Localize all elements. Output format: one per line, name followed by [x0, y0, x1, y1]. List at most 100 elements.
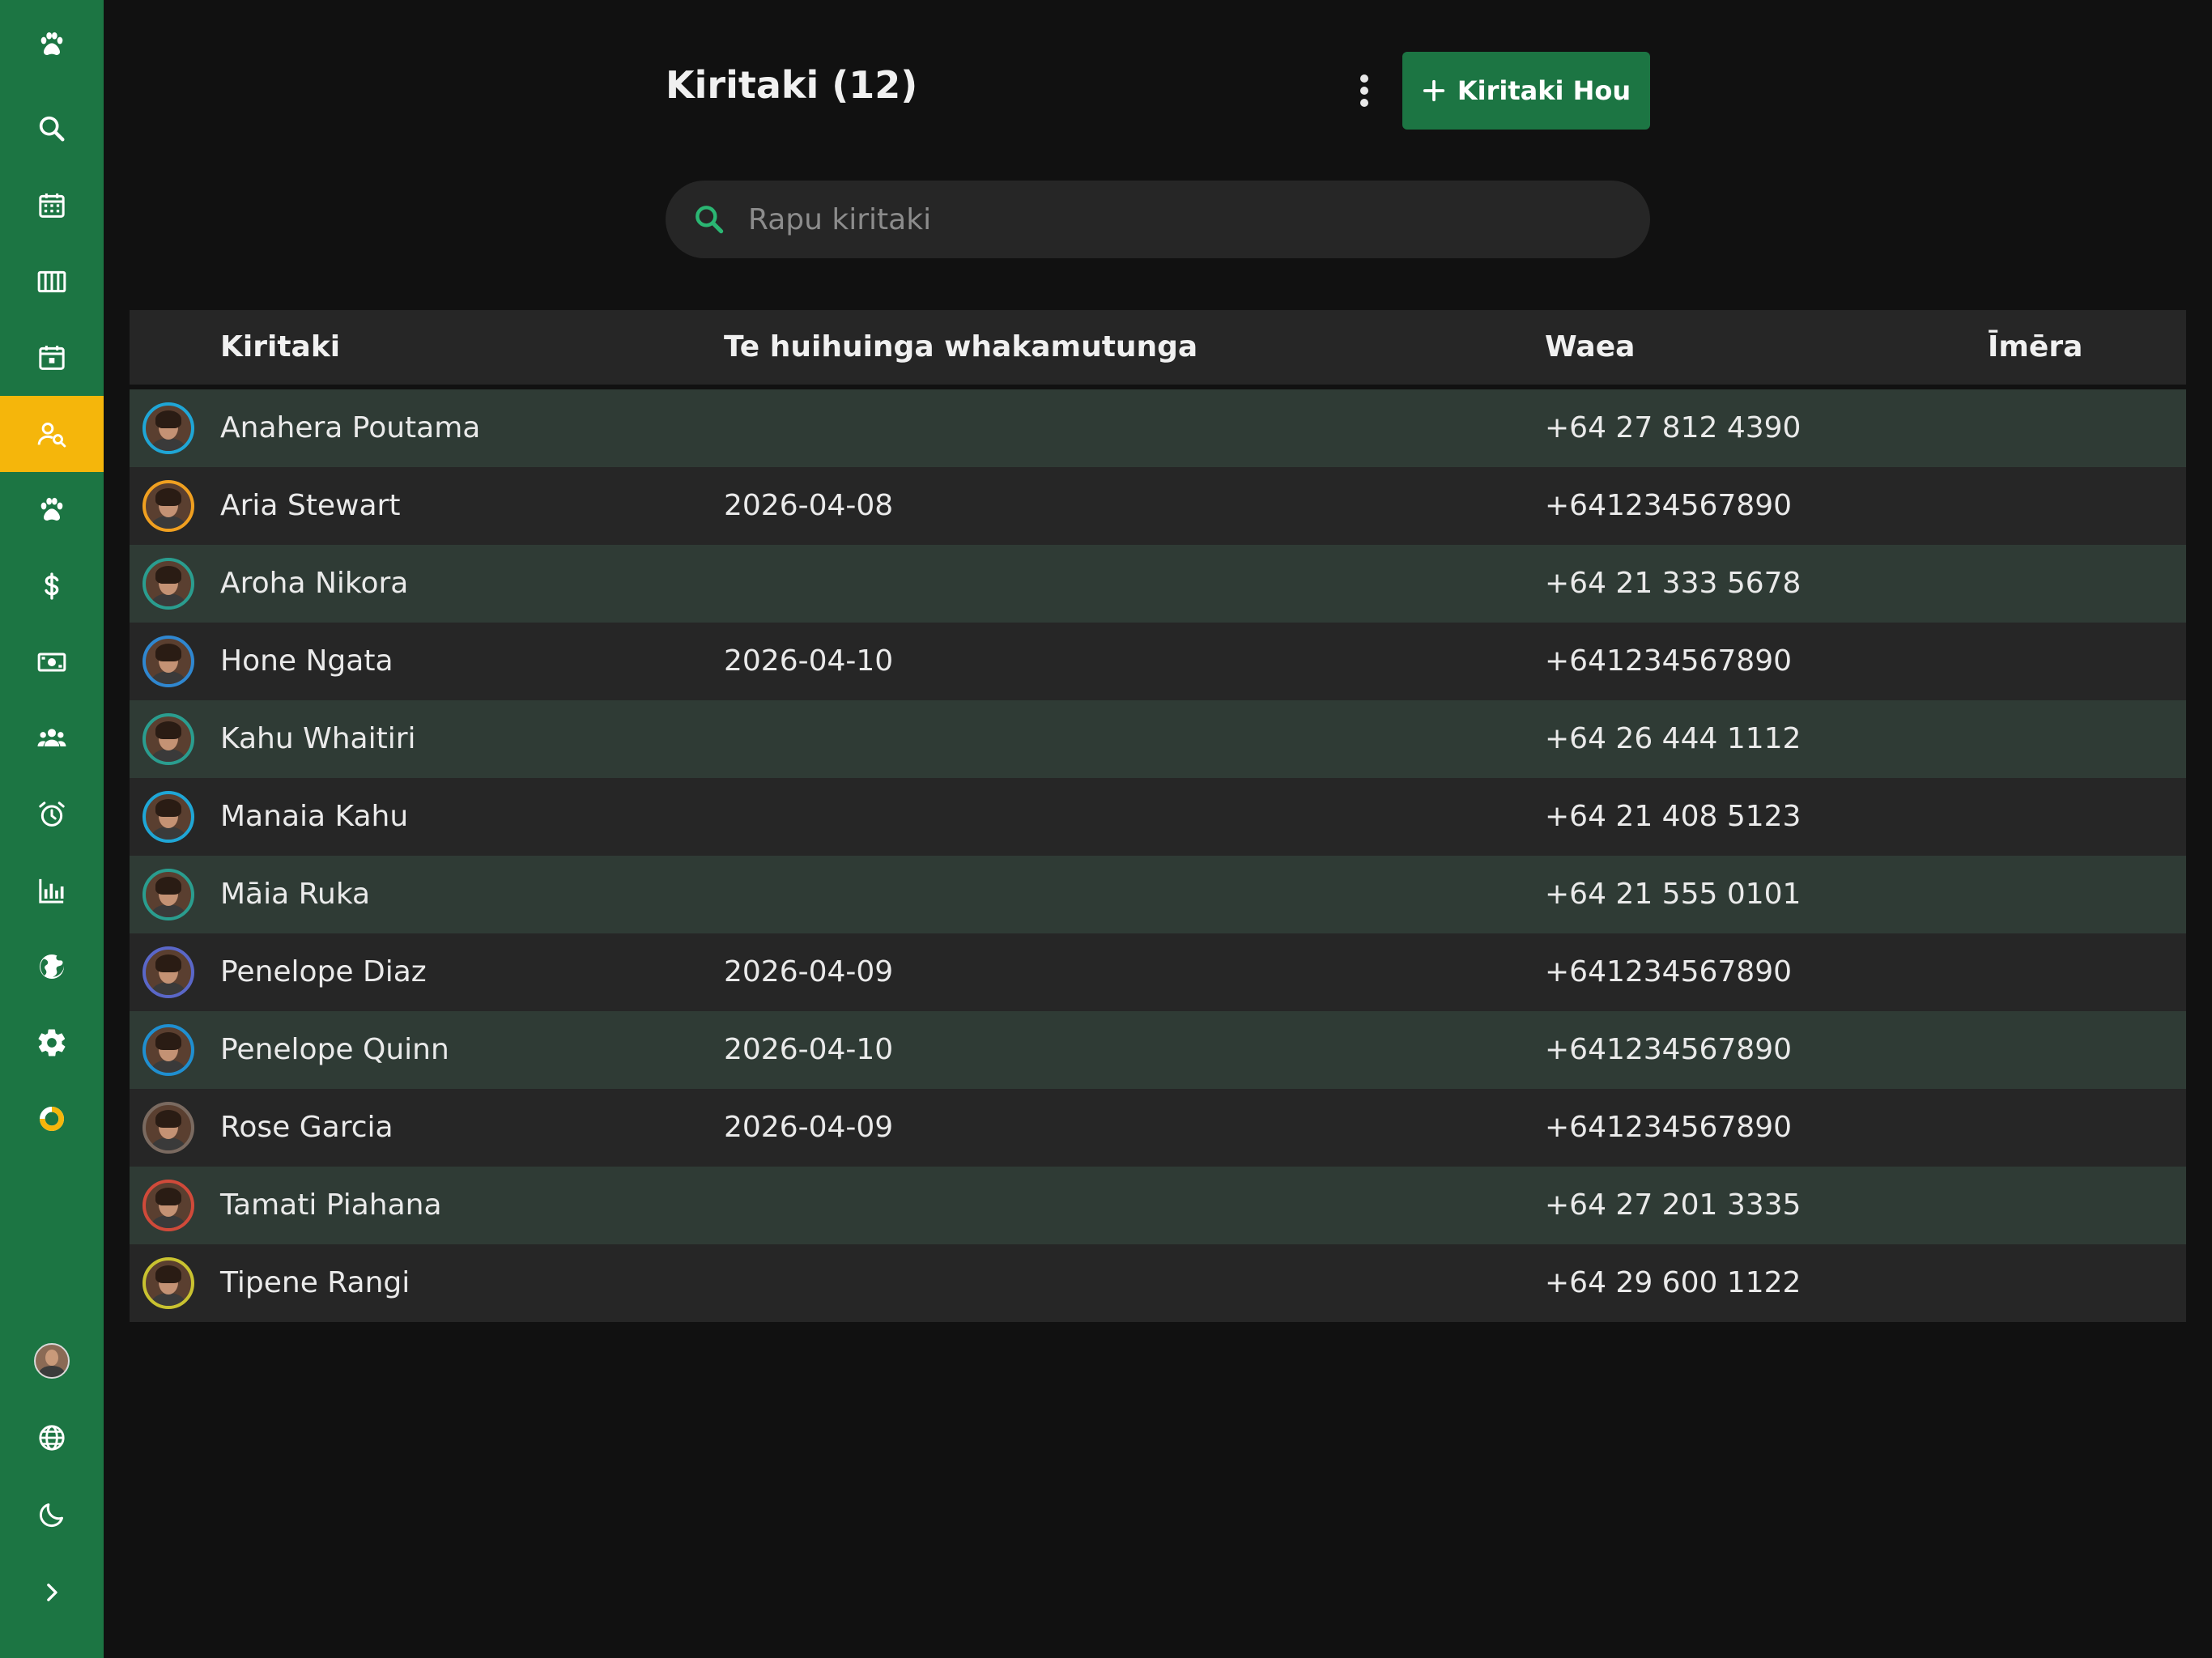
client-avatar	[143, 558, 194, 610]
table-row[interactable]: Tamati Piahana +64 27 201 3335	[130, 1167, 2186, 1244]
nav-calendar-day[interactable]	[0, 320, 104, 396]
client-name-cell: Kahu Whaitiri	[220, 722, 416, 755]
last-meeting-cell: 2026-04-08	[724, 489, 894, 522]
table-row[interactable]: Tipene Rangi +64 29 600 1122	[130, 1244, 2186, 1322]
search-input[interactable]	[747, 202, 1608, 237]
client-name-cell: Manaia Kahu	[220, 800, 409, 833]
phone-cell: +64 27 201 3335	[1545, 1188, 1802, 1222]
table-row[interactable]: Kahu Whaitiri +64 26 444 1112	[130, 700, 2186, 778]
nav-reports[interactable]	[0, 852, 104, 929]
nav-pricing[interactable]	[0, 548, 104, 624]
moon-icon	[39, 1503, 63, 1528]
nav-progress[interactable]	[0, 1081, 104, 1157]
phone-cell: +64 21 333 5678	[1545, 567, 1802, 600]
columns-icon	[37, 270, 66, 293]
bar-chart-icon	[39, 878, 64, 903]
client-name-cell: Aria Stewart	[220, 489, 401, 522]
new-client-button[interactable]: Kiritaki Hou	[1402, 52, 1650, 130]
table-row[interactable]: Penelope Quinn 2026-04-10 +641234567890	[130, 1011, 2186, 1089]
nav-expand[interactable]	[0, 1554, 104, 1630]
nav-profile[interactable]	[0, 1323, 104, 1399]
client-avatar	[143, 946, 194, 998]
language-icon	[39, 1425, 65, 1451]
users-icon	[37, 729, 66, 746]
client-avatar	[143, 713, 194, 765]
table-body: Anahera Poutama +64 27 812 4390 Aria Stewa…	[130, 389, 2186, 1322]
client-avatar	[143, 869, 194, 920]
more-options-button[interactable]	[1347, 66, 1381, 115]
table-row[interactable]: Aria Stewart 2026-04-08 +641234567890	[130, 467, 2186, 545]
table-row[interactable]: Hone Ngata 2026-04-10 +641234567890	[130, 623, 2186, 700]
table-row[interactable]: Māia Ruka +64 21 555 0101	[130, 856, 2186, 933]
phone-cell: +64 21 555 0101	[1545, 878, 1802, 911]
phone-cell: +641234567890	[1545, 644, 1793, 678]
nav-clients[interactable]	[0, 396, 104, 472]
calendar-grid-icon	[39, 193, 65, 218]
alarm-icon	[39, 801, 65, 827]
table-row[interactable]: Penelope Diaz 2026-04-09 +641234567890	[130, 933, 2186, 1011]
nav-settings[interactable]	[0, 1005, 104, 1081]
last-meeting-cell: 2026-04-09	[724, 1111, 894, 1144]
nav-pets[interactable]	[0, 472, 104, 548]
phone-cell: +64 26 444 1112	[1545, 722, 1802, 755]
clients-table: Kiritaki Te huihuinga whakamutunga Waea …	[130, 310, 2186, 1322]
nav-staff[interactable]	[0, 700, 104, 776]
phone-cell: +641234567890	[1545, 955, 1793, 988]
client-name-cell: Penelope Diaz	[220, 955, 427, 988]
nav-home-paw[interactable]	[0, 6, 104, 83]
nav-payments[interactable]	[0, 624, 104, 700]
phone-cell: +641234567890	[1545, 1033, 1793, 1066]
globe-icon	[40, 954, 65, 979]
client-avatar	[143, 1102, 194, 1154]
column-header-last-meeting[interactable]: Te huihuinga whakamutunga	[724, 310, 1197, 385]
client-name-cell: Aroha Nikora	[220, 567, 409, 600]
search-icon	[696, 206, 724, 234]
more-vertical-icon	[1360, 74, 1368, 107]
column-header-email[interactable]: Īmēra	[1988, 310, 2082, 385]
nav-reminders[interactable]	[0, 776, 104, 852]
last-meeting-cell: 2026-04-10	[724, 1033, 894, 1066]
gear-icon	[38, 1029, 66, 1056]
table-row[interactable]: Rose Garcia 2026-04-09 +641234567890	[130, 1089, 2186, 1167]
client-avatar	[143, 791, 194, 843]
phone-cell: +64 21 408 5123	[1545, 800, 1802, 833]
last-meeting-cell: 2026-04-10	[724, 644, 894, 678]
page-title: Kiritaki (12)	[666, 63, 918, 107]
table-row[interactable]: Aroha Nikora +64 21 333 5678	[130, 545, 2186, 623]
nav-language[interactable]	[0, 1400, 104, 1476]
last-meeting-cell: 2026-04-09	[724, 955, 894, 988]
cash-icon	[37, 653, 66, 672]
phone-cell: +64 29 600 1122	[1545, 1266, 1802, 1299]
client-avatar	[143, 636, 194, 687]
column-header-phone[interactable]: Waea	[1545, 310, 1635, 385]
client-avatar	[143, 1180, 194, 1231]
paw-icon	[40, 497, 63, 521]
client-name-cell: Rose Garcia	[220, 1111, 393, 1144]
table-row[interactable]: Manaia Kahu +64 21 408 5123	[130, 778, 2186, 856]
client-search-icon	[37, 423, 66, 448]
paw-icon	[40, 32, 63, 55]
new-client-button-label: Kiritaki Hou	[1457, 75, 1631, 106]
nav-website[interactable]	[0, 929, 104, 1005]
column-header-client[interactable]: Kiritaki	[220, 310, 340, 385]
client-name-cell: Tipene Rangi	[220, 1266, 410, 1299]
nav-calendar-month[interactable]	[0, 168, 104, 244]
nav-dark-mode[interactable]	[0, 1477, 104, 1553]
calendar-day-icon	[39, 346, 65, 370]
plus-icon	[1423, 79, 1444, 102]
client-name-cell: Māia Ruka	[220, 878, 371, 911]
nav-columns[interactable]	[0, 244, 104, 320]
client-name-cell: Anahera Poutama	[220, 411, 481, 444]
table-header: Kiritaki Te huihuinga whakamutunga Waea …	[130, 310, 2186, 389]
client-avatar	[143, 402, 194, 454]
client-name-cell: Hone Ngata	[220, 644, 393, 678]
search-icon	[39, 116, 65, 142]
main-content: Kiritaki (12) Kiritaki Hou Kiritaki Te h…	[104, 0, 2212, 1658]
donut-icon	[40, 1107, 64, 1131]
nav-search[interactable]	[0, 91, 104, 167]
table-row[interactable]: Anahera Poutama +64 27 812 4390	[130, 389, 2186, 467]
client-name-cell: Penelope Quinn	[220, 1033, 449, 1066]
dollar-icon	[45, 572, 59, 600]
sidebar	[0, 0, 104, 1658]
client-avatar	[143, 1024, 194, 1076]
